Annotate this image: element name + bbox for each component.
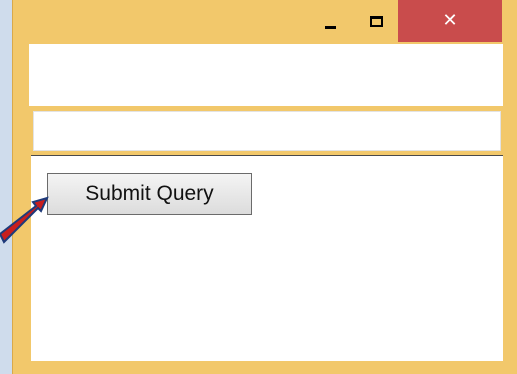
maximize-button[interactable] — [353, 0, 399, 42]
close-icon: ✕ — [442, 10, 458, 31]
title-bar[interactable]: ✕ — [13, 0, 517, 44]
close-button[interactable]: ✕ — [398, 0, 502, 42]
minimize-button[interactable] — [307, 0, 353, 42]
submit-query-button[interactable]: Submit Query — [47, 173, 252, 215]
content-area-top — [29, 44, 503, 106]
maximize-icon — [369, 15, 383, 27]
app-window: ✕ Submit Query — [12, 0, 517, 374]
query-input[interactable] — [33, 111, 501, 151]
minimize-icon — [324, 25, 336, 29]
background-strip — [0, 0, 12, 374]
